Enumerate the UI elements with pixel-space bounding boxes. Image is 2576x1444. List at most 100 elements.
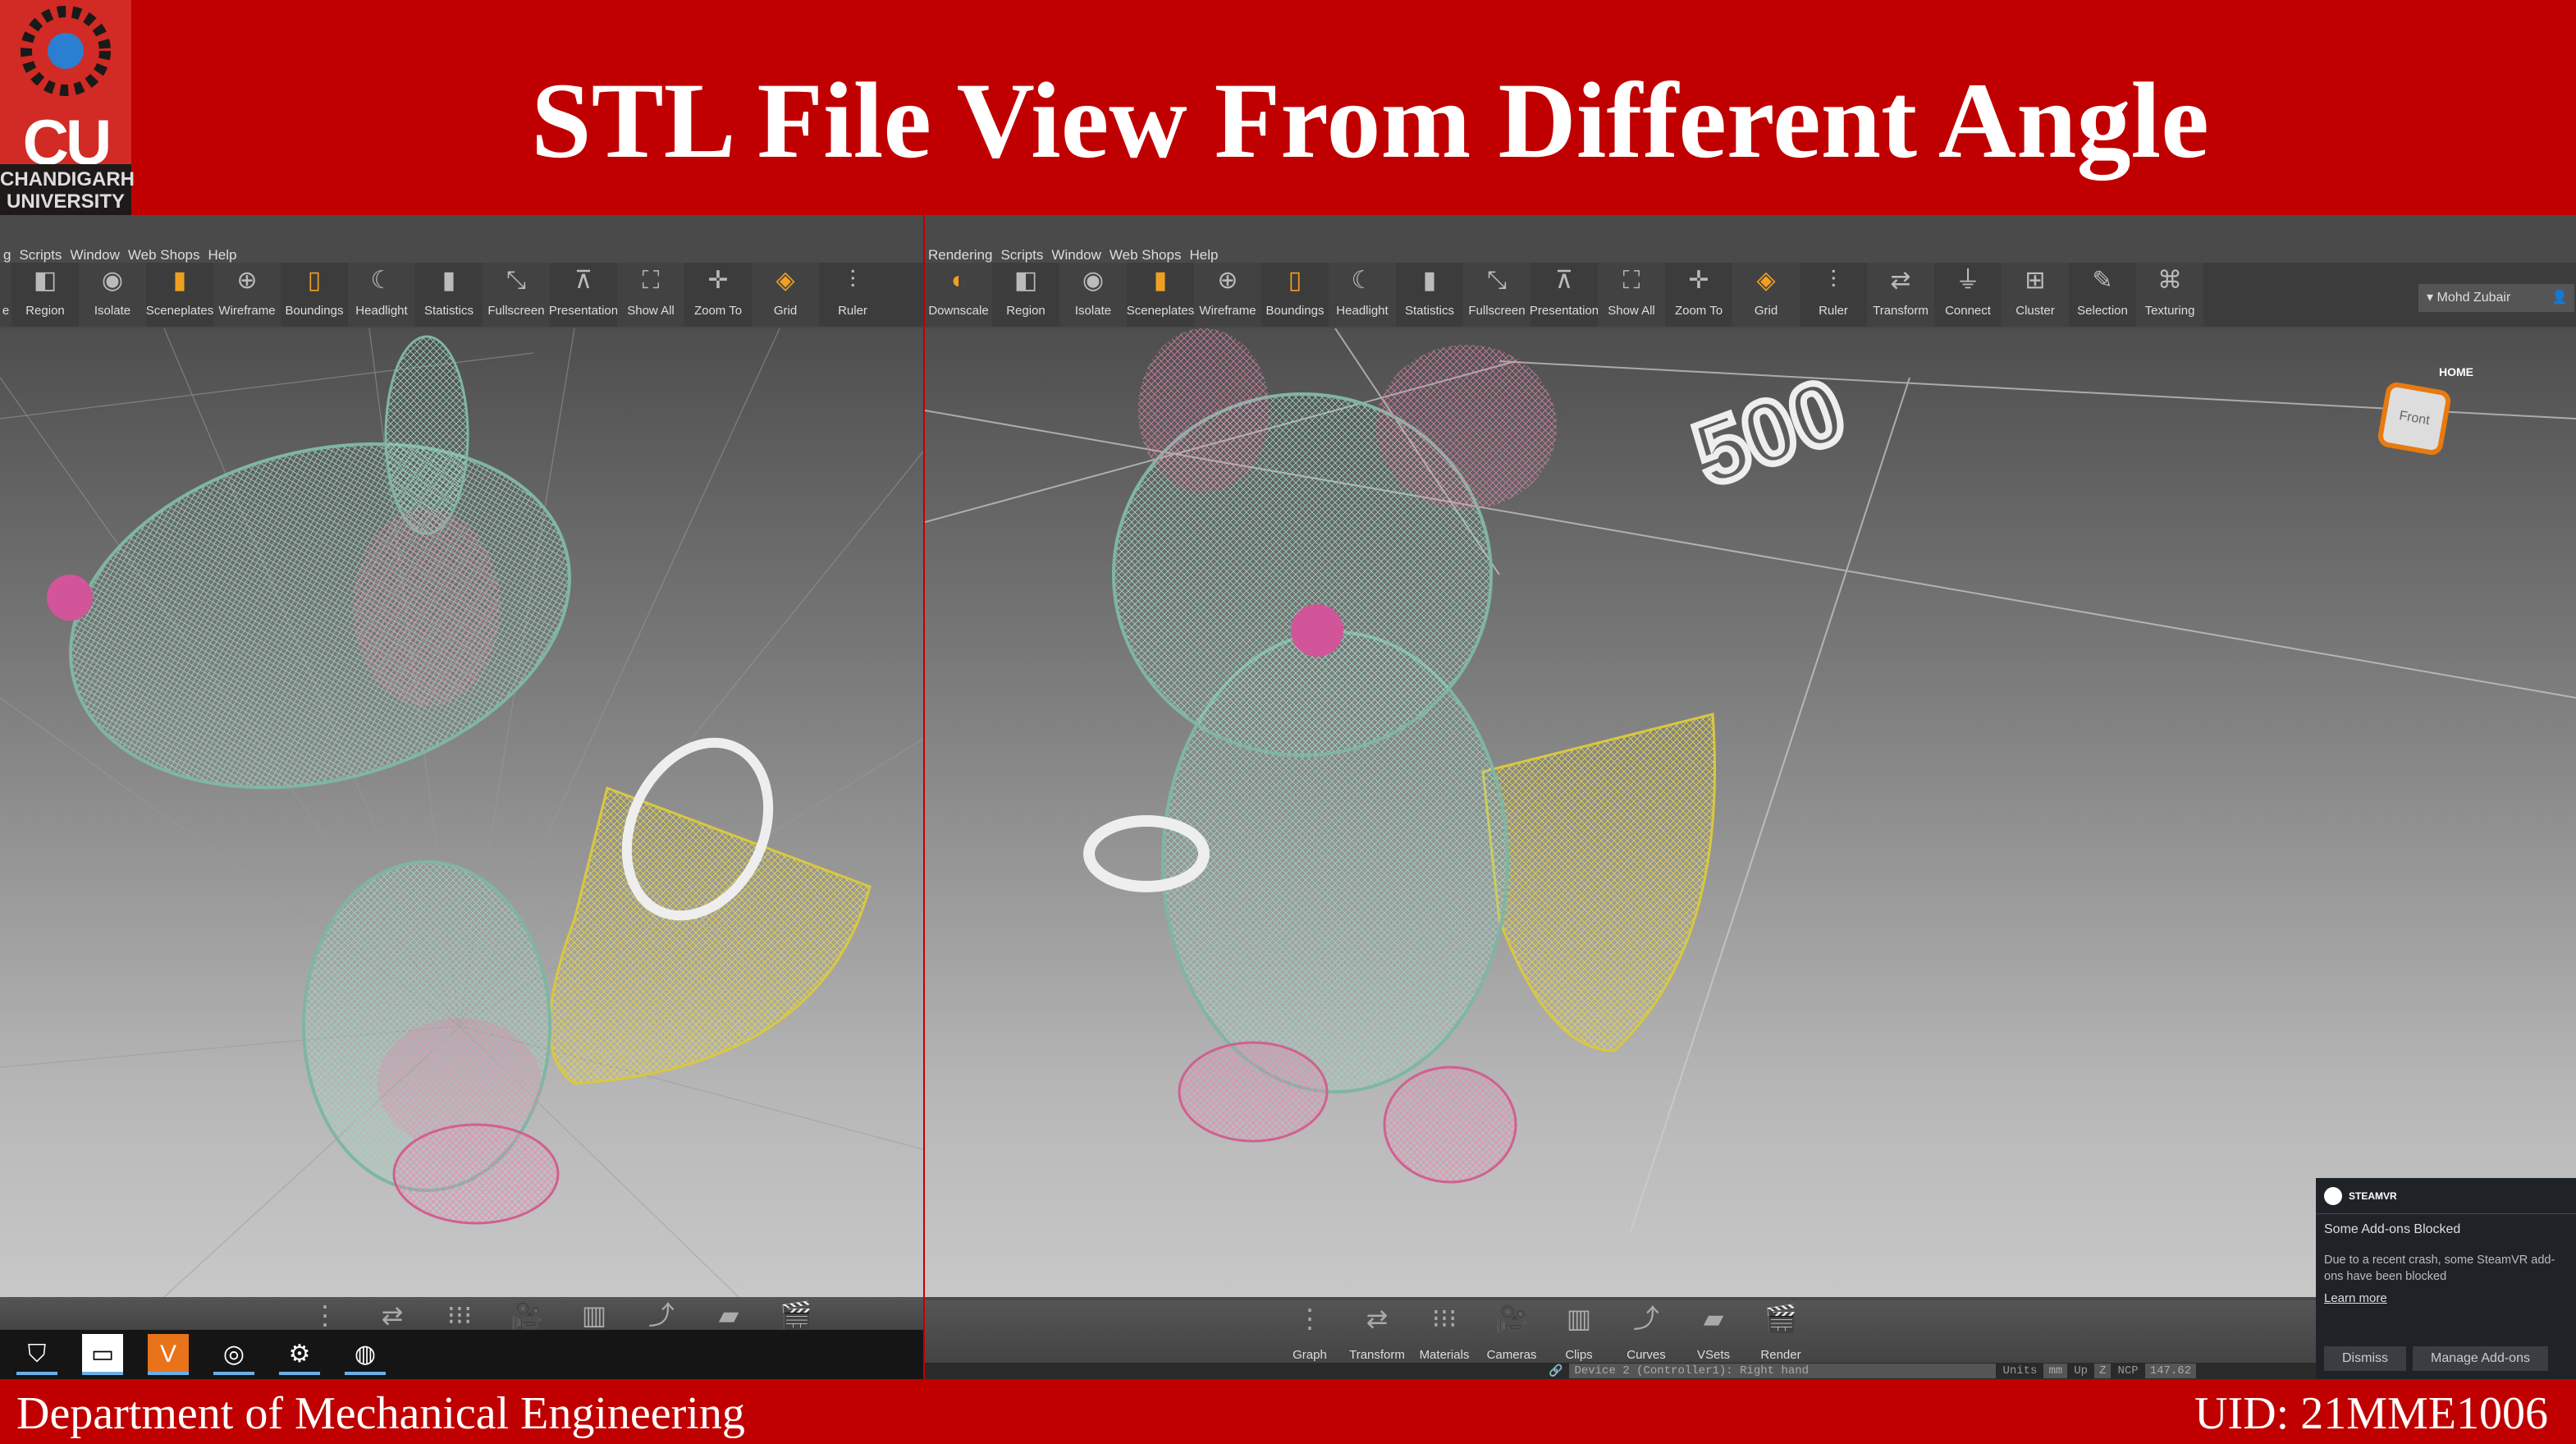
toolbar-transform-button[interactable]: ⇄ Transform: [1867, 263, 1934, 327]
dock-button-clips[interactable]: ▥ Clips: [1545, 1300, 1613, 1363]
dock-button-render[interactable]: 🎬 Render: [1747, 1300, 1814, 1363]
menu-scripts[interactable]: Scripts: [1000, 247, 1043, 264]
dock-label: VSets: [1696, 1348, 1731, 1362]
toolbar-label: Fullscreen: [487, 304, 545, 318]
menu-window[interactable]: Window: [1051, 247, 1100, 264]
sceneplates-icon: ▮: [172, 267, 187, 294]
toolbar-selection-button[interactable]: ✎ Selection: [2069, 263, 2136, 327]
menu-scripts[interactable]: Scripts: [19, 247, 62, 264]
home-button[interactable]: HOME: [2439, 365, 2473, 378]
menu-rendering[interactable]: Rendering: [928, 247, 992, 264]
steam-logo-icon: [2324, 1186, 2342, 1205]
dock-button-cameras[interactable]: 🎥 Cameras: [1478, 1300, 1545, 1363]
toolbar-show-all-button[interactable]: ⛶ Show All: [1598, 263, 1665, 327]
taskbar-vred-pro-icon[interactable]: V: [148, 1334, 189, 1375]
toolbar-label: Cluster: [2016, 304, 2055, 318]
toolbar-isolate-button[interactable]: ◉ Isolate: [79, 263, 146, 327]
scene: 500: [925, 328, 2576, 1232]
toolbar-statistics-button[interactable]: ▮ Statistics: [415, 263, 483, 327]
toolbar-headlight-button[interactable]: ☾ Headlight: [348, 263, 415, 327]
render-icon: 🎬: [780, 1300, 812, 1330]
toolbar-presentation-button[interactable]: ⊼ Presentation: [549, 263, 618, 327]
dock-button-materials[interactable]: ⁝⁝⁝: [426, 1297, 493, 1330]
dock-button-materials[interactable]: ⁝⁝⁝ Materials: [1411, 1300, 1478, 1363]
toolbar-texturing-button[interactable]: ⌘ Texturing: [2136, 263, 2203, 327]
menu-help[interactable]: Help: [208, 247, 236, 264]
up-axis-select[interactable]: Z: [2094, 1364, 2112, 1378]
region-icon: ◧: [1013, 267, 1038, 294]
dock-button-graph[interactable]: ⋮ Graph: [1276, 1300, 1343, 1363]
toolbar-boundings-button[interactable]: ▯ Boundings: [1261, 263, 1329, 327]
dock-button-vsets[interactable]: ▰: [695, 1297, 762, 1330]
learn-more-link[interactable]: Learn more: [2316, 1285, 2576, 1312]
user-menu[interactable]: ▾ Mohd Zubair 👤: [2418, 284, 2574, 312]
units-select[interactable]: mm: [2043, 1364, 2068, 1378]
toolbar-ruler-button[interactable]: ⫶ Ruler: [819, 263, 886, 327]
toolbar-sceneplates-button[interactable]: ▮ Sceneplates: [146, 263, 214, 327]
dock-button-curves[interactable]: ⤴ Curves: [1613, 1300, 1680, 1363]
toolbar-grid-button[interactable]: ◈ Grid: [752, 263, 819, 327]
menu-web-shops[interactable]: Web Shops: [128, 247, 200, 264]
toolbar-e-button[interactable]: e: [0, 263, 11, 327]
toolbar-zoom-to-button[interactable]: ✛ Zoom To: [684, 263, 752, 327]
toolbar-label: Show All: [627, 304, 675, 318]
dock-button-curves[interactable]: ⤴: [628, 1297, 695, 1330]
windows-taskbar: ⛉ ▭ V ◎ ⚙ ◍: [0, 1330, 923, 1379]
taskbar-obs-icon[interactable]: ◍: [345, 1334, 386, 1375]
toolbar-presentation-button[interactable]: ⊼ Presentation: [1530, 263, 1599, 327]
menu-web-shops[interactable]: Web Shops: [1110, 247, 1182, 264]
toolbar-fullscreen-button[interactable]: ⤡ Fullscreen: [483, 263, 550, 327]
toolbar-region-button[interactable]: ◧ Region: [992, 263, 1059, 327]
vsets-icon: ▰: [1703, 1304, 1724, 1333]
toolbar-connect-button[interactable]: ⏚ Connect: [1934, 263, 2002, 327]
menu-window[interactable]: Window: [70, 247, 119, 264]
dock-button-transform[interactable]: ⇄: [359, 1297, 426, 1330]
clips-icon: ▥: [1566, 1304, 1592, 1333]
graph-icon: ⋮: [312, 1300, 338, 1330]
toolbar-statistics-button[interactable]: ▮ Statistics: [1396, 263, 1463, 327]
dock-button-render[interactable]: 🎬: [762, 1297, 830, 1330]
view-cube-face[interactable]: Front: [2376, 380, 2453, 457]
menu-help[interactable]: Help: [1189, 247, 1218, 264]
toolbar-region-button[interactable]: ◧ Region: [11, 263, 79, 327]
tail-cone: [1481, 713, 1716, 1052]
dock-button-vsets[interactable]: ▰ VSets: [1680, 1300, 1747, 1363]
taskbar-steamvr-icon[interactable]: ◎: [213, 1334, 254, 1375]
taskbar-settings-icon[interactable]: ⚙: [279, 1334, 320, 1375]
taskbar-shield-icon[interactable]: ⛉: [16, 1334, 57, 1375]
toolbar-boundings-button[interactable]: ▯ Boundings: [281, 263, 348, 327]
headlight-icon: ☾: [370, 267, 393, 294]
3d-viewport[interactable]: 500 HOME Front: [925, 328, 2576, 1297]
transform-icon: ⇄: [381, 1300, 404, 1330]
toolbar-ruler-button[interactable]: ⫶ Ruler: [1800, 263, 1867, 327]
dock-button-clips[interactable]: ▥: [560, 1297, 628, 1330]
fullscreen-icon: ⤡: [1487, 267, 1507, 294]
toolbar-sceneplates-button[interactable]: ▮ Sceneplates: [1127, 263, 1195, 327]
toolbar-label: Show All: [1608, 304, 1655, 318]
toolbar-label: Transform: [1873, 304, 1929, 318]
3d-viewport[interactable]: 0: [0, 328, 923, 1298]
toolbar-cluster-button[interactable]: ⊞ Cluster: [2002, 263, 2069, 327]
dock-button-transform[interactable]: ⇄ Transform: [1343, 1300, 1411, 1363]
dismiss-button[interactable]: Dismiss: [2324, 1346, 2406, 1371]
curves-icon: ⤴: [1632, 1304, 1659, 1333]
toolbar-show-all-button[interactable]: ⛶ Show All: [617, 263, 684, 327]
console-input[interactable]: Device 2 (Controller1): Right hand: [1569, 1364, 1997, 1378]
toolbar-wireframe-button[interactable]: ⊕ Wireframe: [1194, 263, 1261, 327]
dock-button-cameras[interactable]: 🎥: [493, 1297, 560, 1330]
notification-title: Some Add-ons Blocked: [2324, 1222, 2461, 1236]
viewcube[interactable]: HOME Front: [2376, 357, 2496, 457]
toolbar-downscale-button[interactable]: ◐ Downscale: [925, 263, 992, 327]
toolbar-wireframe-button[interactable]: ⊕ Wireframe: [213, 263, 281, 327]
taskbar-oculus-icon[interactable]: ▭: [82, 1334, 123, 1375]
ncp-field[interactable]: 147.62: [2144, 1364, 2197, 1378]
manage-addons-button[interactable]: Manage Add-ons: [2413, 1346, 2548, 1371]
toolbar-fullscreen-button[interactable]: ⤡ Fullscreen: [1463, 263, 1531, 327]
menu-g[interactable]: g: [3, 247, 11, 264]
toolbar-grid-button[interactable]: ◈ Grid: [1732, 263, 1800, 327]
dock-button-graph[interactable]: ⋮: [291, 1297, 359, 1330]
toolbar-zoom-to-button[interactable]: ✛ Zoom To: [1665, 263, 1732, 327]
isolate-icon: ◉: [101, 267, 124, 294]
toolbar-headlight-button[interactable]: ☾ Headlight: [1329, 263, 1396, 327]
toolbar-isolate-button[interactable]: ◉ Isolate: [1059, 263, 1127, 327]
